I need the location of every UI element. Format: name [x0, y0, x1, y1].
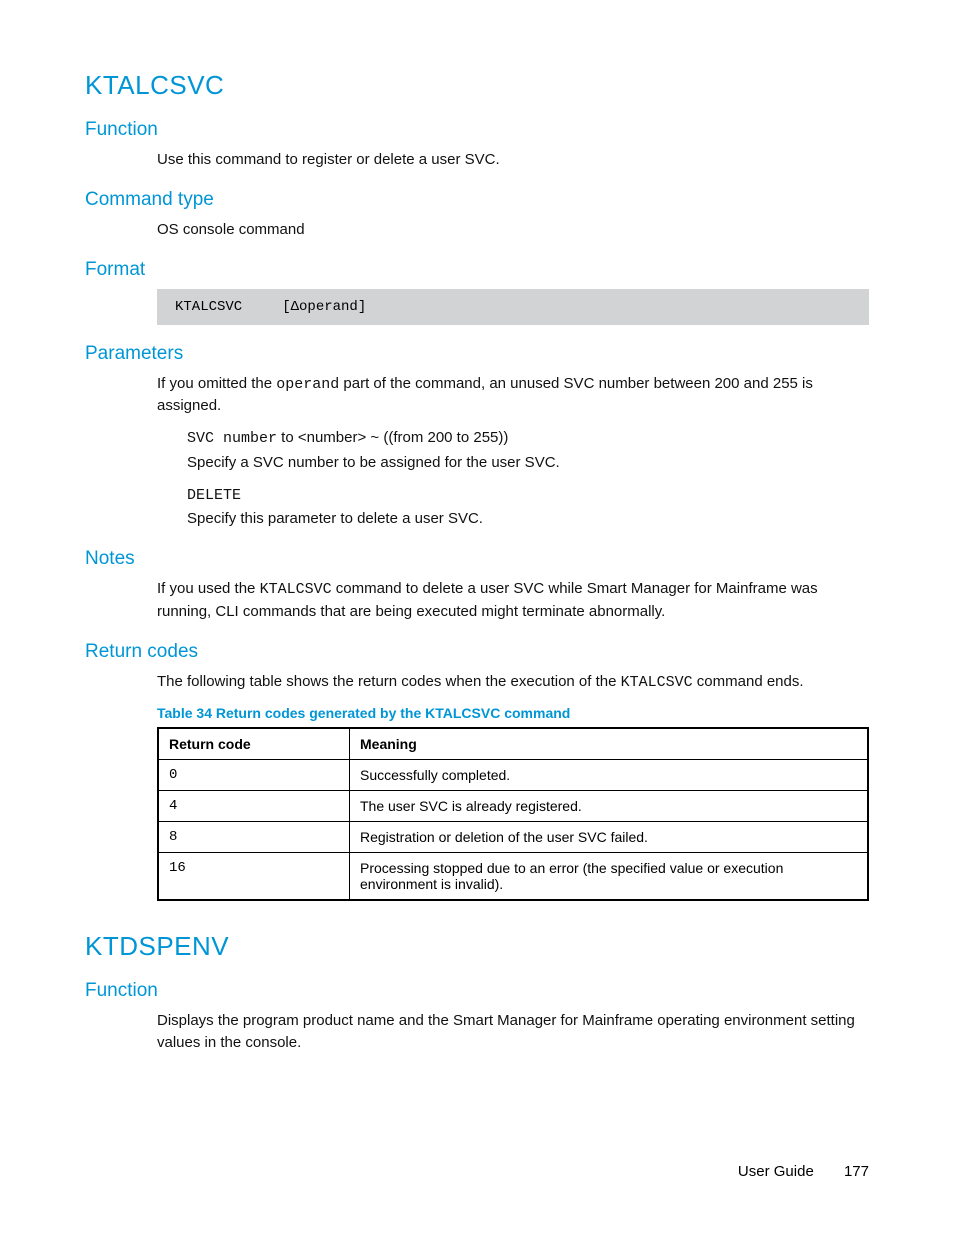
- subheading-function: Function: [85, 980, 869, 1002]
- page: KTALCSVC Function Use this command to re…: [0, 0, 954, 1235]
- param-delete-desc: Specify this parameter to delete a user …: [187, 508, 869, 530]
- param-range: to <number> ~ ((from 200 to 255)): [277, 429, 508, 446]
- return-codes-intro: The following table shows the return cod…: [157, 671, 869, 694]
- param-delete-name: DELETE: [187, 484, 869, 507]
- table-caption: Table 34 Return codes generated by the K…: [157, 705, 869, 721]
- cell-meaning: Processing stopped due to an error (the …: [350, 853, 869, 901]
- col-meaning: Meaning: [350, 728, 869, 760]
- text-fragment: If you used the: [157, 580, 260, 597]
- table-row: 16 Processing stopped due to an error (t…: [158, 853, 868, 901]
- subheading-function: Function: [85, 119, 869, 141]
- command-type-text: OS console command: [157, 219, 869, 241]
- doc-title: User Guide: [738, 1163, 814, 1180]
- format-code-block: KTALCSVC [Δoperand]: [157, 289, 869, 325]
- text-fragment: command ends.: [693, 673, 804, 690]
- col-return-code: Return code: [158, 728, 350, 760]
- param-name: DELETE: [187, 487, 241, 504]
- page-footer: User Guide 177: [738, 1163, 869, 1180]
- section-ktalcsvc: KTALCSVC Function Use this command to re…: [85, 70, 869, 901]
- page-number: 177: [844, 1163, 869, 1180]
- command-literal: KTALCSVC: [260, 581, 332, 598]
- return-codes-body: The following table shows the return cod…: [157, 671, 869, 694]
- subheading-return-codes: Return codes: [85, 641, 869, 663]
- cell-code: 8: [158, 822, 350, 853]
- param-svc-number-desc: Specify a SVC number to be assigned for …: [187, 452, 869, 474]
- function-body: Displays the program product name and th…: [157, 1010, 869, 1054]
- parameters-intro: If you omitted the operand part of the c…: [157, 373, 869, 418]
- section-title: KTDSPENV: [85, 931, 869, 962]
- notes-body: If you used the KTALCSVC command to dele…: [157, 578, 869, 623]
- table-header-row: Return code Meaning: [158, 728, 868, 760]
- section-ktdspenv: KTDSPENV Function Displays the program p…: [85, 931, 869, 1054]
- text-fragment: The following table shows the return cod…: [157, 673, 621, 690]
- cell-code: 4: [158, 791, 350, 822]
- return-codes-table: Return code Meaning 0 Successfully compl…: [157, 727, 869, 901]
- format-command: KTALCSVC: [175, 299, 242, 315]
- text-fragment: If you omitted the: [157, 375, 276, 392]
- section-title: KTALCSVC: [85, 70, 869, 101]
- command-type-body: OS console command: [157, 219, 869, 241]
- function-text: Displays the program product name and th…: [157, 1010, 869, 1054]
- table-row: 4 The user SVC is already registered.: [158, 791, 868, 822]
- function-text: Use this command to register or delete a…: [157, 149, 869, 171]
- subheading-parameters: Parameters: [85, 343, 869, 365]
- parameters-body: If you omitted the operand part of the c…: [157, 373, 869, 531]
- notes-text: If you used the KTALCSVC command to dele…: [157, 578, 869, 623]
- param-svc-number-spec: SVC number to <number> ~ ((from 200 to 2…: [187, 427, 869, 450]
- subheading-notes: Notes: [85, 548, 869, 570]
- table-row: 0 Successfully completed.: [158, 760, 868, 791]
- cell-meaning: Registration or deletion of the user SVC…: [350, 822, 869, 853]
- operand-literal: operand: [276, 376, 339, 393]
- format-operand: [Δoperand]: [282, 299, 366, 315]
- table-row: 8 Registration or deletion of the user S…: [158, 822, 868, 853]
- function-body: Use this command to register or delete a…: [157, 149, 869, 171]
- param-name: SVC number: [187, 430, 277, 447]
- cell-code: 0: [158, 760, 350, 791]
- subheading-format: Format: [85, 259, 869, 281]
- cell-meaning: The user SVC is already registered.: [350, 791, 869, 822]
- subheading-command-type: Command type: [85, 189, 869, 211]
- cell-meaning: Successfully completed.: [350, 760, 869, 791]
- cell-code: 16: [158, 853, 350, 901]
- command-literal: KTALCSVC: [621, 674, 693, 691]
